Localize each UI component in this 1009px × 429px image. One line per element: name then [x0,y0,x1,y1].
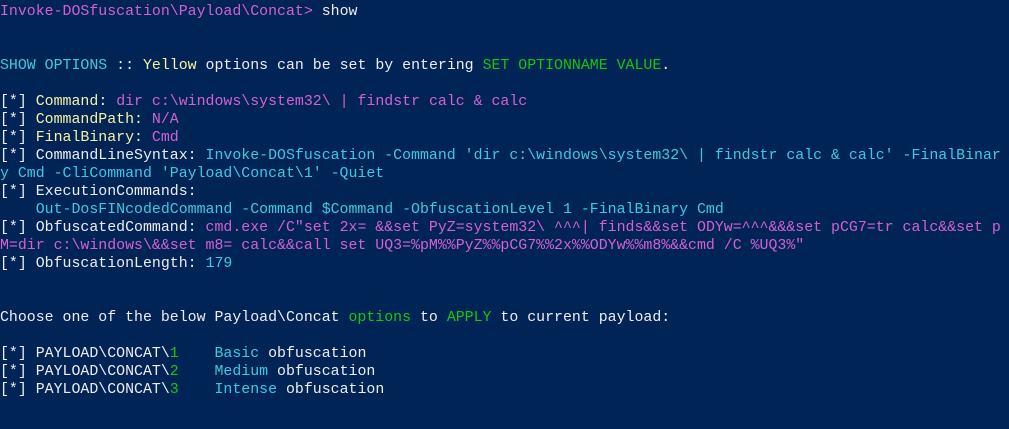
text-segment: options [348,310,412,326]
text-segment: FinalBinary [35,130,135,146]
text-segment: [*] [0,364,36,380]
text-segment: show [321,4,358,20]
option-obfuscatedcommand: [*] ObfuscatedCommand: cmd.exe /C"set 2x… [0,219,1009,237]
text-segment: Medium [214,364,269,380]
text-segment: M=dir c:\windows\&&set m8= calc&&call se… [0,238,805,254]
text-segment: APPLY [446,310,492,326]
text-segment: ExecutionCommands: [35,184,197,200]
text-segment: 179 [205,256,233,272]
text-segment: obfuscation [268,364,376,380]
choose-prompt: Choose one of the below Payload\Concat o… [0,309,1009,327]
option-commandpath: [*] CommandPath: N/A [0,111,1009,129]
text-segment: PAYLOAD\CONCAT\ [35,382,170,398]
text-segment: [*] [0,130,36,146]
text-segment: obfuscation [259,346,367,362]
text-segment: Basic [214,346,260,362]
text-segment: [*] [0,346,36,362]
text-segment [179,382,215,398]
text-segment: obfuscation [277,382,385,398]
text-segment: PAYLOAD\CONCAT\ [35,346,170,362]
text-segment: 1 [169,346,179,362]
text-segment: Intense [214,382,278,398]
text-segment: : [134,112,152,128]
text-segment: CommandPath [35,112,135,128]
text-segment: CommandLineSyntax: [35,148,206,164]
text-segment: . [661,58,671,74]
menu-item-1: [*] PAYLOAD\CONCAT\1 Basic obfuscation [0,345,1009,363]
text-segment: ObfuscatedCommand: [35,220,206,236]
option-commandlinesyntax-wrap: y Cmd -CliCommand 'Payload\Concat\1' -Qu… [0,165,1009,183]
text-segment: N/A [151,112,179,128]
text-segment: 2 [169,364,179,380]
text-segment: Invoke-DOSfuscation\Payload\Concat> [0,4,322,20]
option-command: [*] Command: dir c:\windows\system32\ | … [0,93,1009,111]
text-segment: SHOW OPTIONS [0,58,108,74]
option-executioncommands: [*] ExecutionCommands: [0,183,1009,201]
menu-item-3: [*] PAYLOAD\CONCAT\3 Intense obfuscation [0,381,1009,399]
text-segment: y Cmd -CliCommand 'Payload\Concat\1' -Qu… [0,166,385,182]
text-segment: Command [35,94,99,110]
text-segment: : [98,94,117,110]
text-segment: [*] [0,148,36,164]
text-segment: options can be set by entering [196,58,483,74]
text-segment: Invoke-DOSfuscation -Command 'dir c:\win… [205,148,1001,164]
text-segment: [*] [0,382,36,398]
text-segment [179,346,215,362]
option-commandlinesyntax: [*] CommandLineSyntax: Invoke-DOSfuscati… [0,147,1009,165]
text-segment: [*] [0,94,36,110]
text-segment: [*] [0,184,36,200]
option-executioncommands-value: Out-DosFINcodedCommand -Command $Command… [0,201,1009,219]
text-segment [179,364,215,380]
text-segment: :: [107,58,143,74]
terminal-window[interactable]: Invoke-DOSfuscation\Payload\Concat> show… [0,3,1009,429]
option-finalbinary: [*] FinalBinary: Cmd [0,129,1009,147]
option-obfuscationlength: [*] ObfuscationLength: 179 [0,255,1009,273]
text-segment: : [134,130,152,146]
menu-item-2: [*] PAYLOAD\CONCAT\2 Medium obfuscation [0,363,1009,381]
text-segment: ObfuscationLength: [35,256,206,272]
option-obfuscatedcommand-wrap: M=dir c:\windows\&&set m8= calc&&call se… [0,237,1009,255]
text-segment: Choose one of the below Payload\Concat [0,310,349,326]
text-segment: dir c:\windows\system32\ | findstr calc … [116,94,528,110]
text-segment: [*] [0,112,36,128]
text-segment: [*] [0,256,36,272]
text-segment: PAYLOAD\CONCAT\ [35,364,170,380]
text-segment: 3 [169,382,179,398]
text-segment: cmd.exe /C"set 2x= &&set PyZ=system32\ ^… [205,220,1001,236]
text-segment: to [411,310,447,326]
text-segment: to current payload: [491,310,671,326]
text-segment: Yellow [142,58,197,74]
text-segment: Out-DosFINcodedCommand -Command $Command… [0,202,724,218]
show-options-header: SHOW OPTIONS :: Yellow options can be se… [0,57,1009,75]
prompt-line: Invoke-DOSfuscation\Payload\Concat> show [0,3,1009,21]
text-segment: Cmd [151,130,179,146]
text-segment: [*] [0,220,36,236]
text-segment: SET OPTIONNAME VALUE [482,58,662,74]
